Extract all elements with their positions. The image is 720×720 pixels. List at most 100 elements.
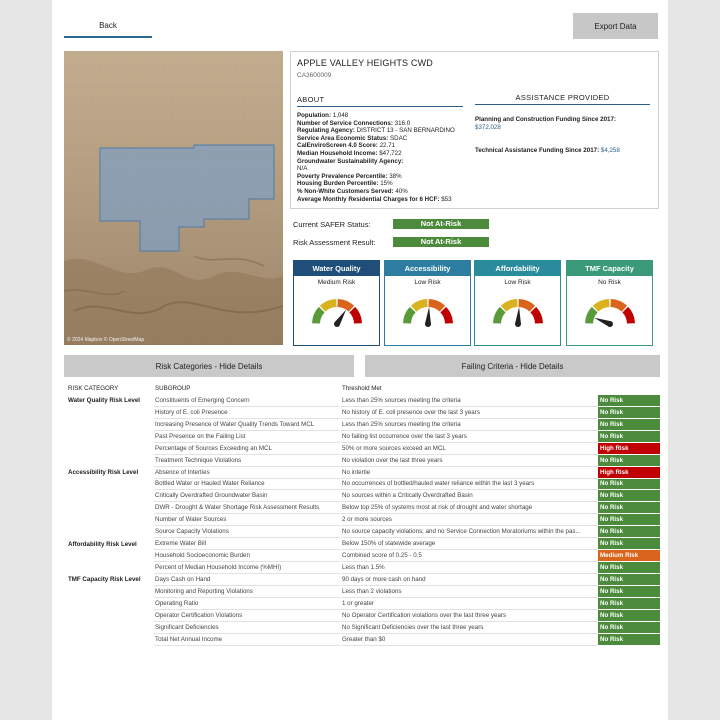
subgroup-cell: History of E. coli Presence: [154, 407, 340, 419]
about-row-label: Service Area Economic Status:: [297, 134, 389, 142]
about-row: Population: 1,048: [297, 112, 482, 120]
about-row-label: Regulating Agency:: [297, 127, 355, 135]
risk-category-cell: [68, 407, 154, 419]
about-heading: ABOUT: [297, 95, 463, 107]
about-row: Groundwater Sustainability Agency:: [297, 158, 482, 166]
threshold-cell: Less than 1.5%: [341, 562, 597, 574]
table-row: Treatment Technique Violations No violati…: [66, 454, 660, 467]
failing-criteria-toggle[interactable]: Failing Criteria - Hide Details: [365, 355, 660, 377]
threshold-cell: Less than 25% sources meeting the criter…: [341, 419, 597, 431]
map-attribution: © 2024 Mapbox © OpenStreetMap: [67, 337, 145, 343]
threshold-cell: Less than 2 violations: [341, 586, 597, 598]
about-row-value: 1,048: [332, 112, 349, 119]
risk-category-cell: [68, 598, 154, 610]
subgroup-cell: Household Socioeconomic Burden: [154, 550, 340, 563]
table-row: Operator Certification Violations No Oper…: [66, 609, 660, 622]
table-row: Source Capacity Violations No source capa…: [66, 526, 660, 539]
risk-card-level: Low Risk: [504, 279, 531, 286]
about-row-label: Poverty Prevalence Percentile:: [297, 172, 388, 180]
planning-funding: Planning and Construction Funding Since …: [475, 116, 616, 131]
subgroup-cell: Increasing Presence of Water Quality Tre…: [154, 419, 340, 431]
risk-table: RISK CATEGORY SUBGROUP Threshold Met Wat…: [66, 383, 660, 646]
risk-level-badge: No Risk: [598, 454, 660, 467]
technical-funding-value[interactable]: $4,258: [601, 147, 620, 154]
table-row: Percentage of Sources Exceeding an MCL 50…: [66, 442, 660, 455]
gauge-segment: [530, 306, 543, 324]
risk-assessment-badge: Not At-Risk: [393, 237, 489, 247]
subgroup-cell: Critically Overdrafted Groundwater Basin: [154, 490, 340, 503]
about-row: N/A: [297, 165, 482, 173]
header-risk-category: RISK CATEGORY: [68, 385, 119, 393]
gauge-segment: [319, 299, 337, 312]
gauge-segment: [403, 306, 416, 324]
gauge-hub: [425, 321, 431, 327]
gauge-hub: [334, 321, 340, 327]
table-row: Household Socioeconomic Burden Combined s…: [66, 550, 660, 563]
gauge-segment: [622, 306, 635, 324]
threshold-cell: 1 or greater: [341, 598, 597, 610]
gauge-segment: [518, 299, 536, 312]
threshold-cell: No history of E. coli presence over the …: [341, 407, 597, 419]
threshold-cell: No Operator Certification violations ove…: [341, 610, 597, 622]
assistance-heading: ASSISTANCE PROVIDED: [475, 93, 650, 105]
about-row-label: Median Household Income:: [297, 149, 378, 157]
risk-category-cell: [68, 455, 154, 467]
gauge-segment: [493, 306, 506, 324]
risk-card-affordability[interactable]: Affordability Low Risk: [474, 260, 561, 346]
risk-level-badge: No Risk: [598, 406, 660, 419]
risk-card-water-quality[interactable]: Water Quality Medium Risk: [293, 260, 380, 346]
risk-level-badge: No Risk: [598, 597, 660, 610]
threshold-cell: Greater than $0: [341, 634, 597, 646]
table-row: History of E. coli Presence No history of…: [66, 406, 660, 419]
about-row-label: % Non-White Customers Served:: [297, 187, 394, 195]
risk-card-accessibility[interactable]: Accessibility Low Risk: [384, 260, 471, 346]
subgroup-cell: Constituents of Emerging Concern: [154, 395, 340, 407]
subgroup-cell: Total Net Annual Income: [154, 634, 340, 646]
about-row: Median Household Income: $47,722: [297, 150, 482, 158]
table-row: Number of Water Sources 2 or more sources…: [66, 514, 660, 527]
threshold-cell: No failing list occurrence over the last…: [341, 431, 597, 443]
risk-category-cell: Accessibility Risk Level: [68, 469, 139, 477]
risk-level-badge: No Risk: [598, 633, 660, 646]
technical-funding-label: Technical Assistance Funding Since 2017:: [475, 147, 600, 154]
about-row-value: 40%: [395, 187, 408, 195]
about-row-value: SDAC: [389, 134, 408, 142]
gauge-segment: [349, 306, 362, 324]
about-row: Number of Service Connections: 316.0: [297, 120, 482, 128]
threshold-cell: 50% or more sources exceed an MCL: [341, 443, 597, 455]
map-image: [64, 51, 283, 345]
planning-funding-label: Planning and Construction Funding Since …: [475, 116, 616, 123]
gauge-hub: [515, 321, 521, 327]
about-row-value: $53: [441, 195, 452, 203]
risk-level-badge: No Risk: [598, 430, 660, 443]
gauge-segment: [500, 299, 518, 312]
risk-card-title: Affordability: [475, 261, 560, 276]
subgroup-cell: Extreme Water Bill: [154, 538, 340, 551]
threshold-cell: 90 days or more cash on hand: [341, 574, 597, 586]
subgroup-cell: Percent of Median Household Income (%MHI…: [154, 562, 340, 574]
threshold-cell: No violation over the last three years: [341, 455, 597, 467]
risk-category-cell: [68, 526, 154, 538]
planning-funding-value[interactable]: $372,028: [475, 124, 501, 131]
risk-card-tmf-capacity[interactable]: TMF Capacity No Risk: [566, 260, 653, 346]
risk-category-cell: [68, 514, 154, 526]
threshold-cell: No Significant Deficiencies over the las…: [341, 622, 597, 634]
subgroup-cell: Operator Certification Violations: [154, 610, 340, 622]
subgroup-cell: Past Presence on the Failing List: [154, 431, 340, 443]
risk-level-badge: High Risk: [598, 466, 660, 479]
risk-card-title: Accessibility: [385, 261, 470, 276]
back-button[interactable]: Back: [64, 14, 152, 38]
safer-status-badge: Not At-Risk: [393, 219, 489, 229]
export-data-button[interactable]: Export Data: [573, 13, 658, 39]
risk-category-cell: [68, 610, 154, 622]
subgroup-cell: Monitoring and Reporting Violations: [154, 586, 340, 598]
threshold-cell: No occurrences of bottled/hauled water r…: [341, 479, 597, 491]
about-row: Housing Burden Percentile: 15%: [297, 180, 482, 188]
risk-level-badge: No Risk: [598, 562, 660, 574]
service-area-map[interactable]: © 2024 Mapbox © OpenStreetMap: [64, 51, 283, 345]
risk-categories-toggle[interactable]: Risk Categories - Hide Details: [64, 355, 354, 377]
about-row-value: DISTRICT 13 - SAN BERNARDINO: [356, 127, 455, 135]
risk-category-cell: [68, 490, 154, 502]
table-row: Monitoring and Reporting Violations Less …: [66, 585, 660, 598]
risk-card-level: Low Risk: [414, 279, 441, 286]
